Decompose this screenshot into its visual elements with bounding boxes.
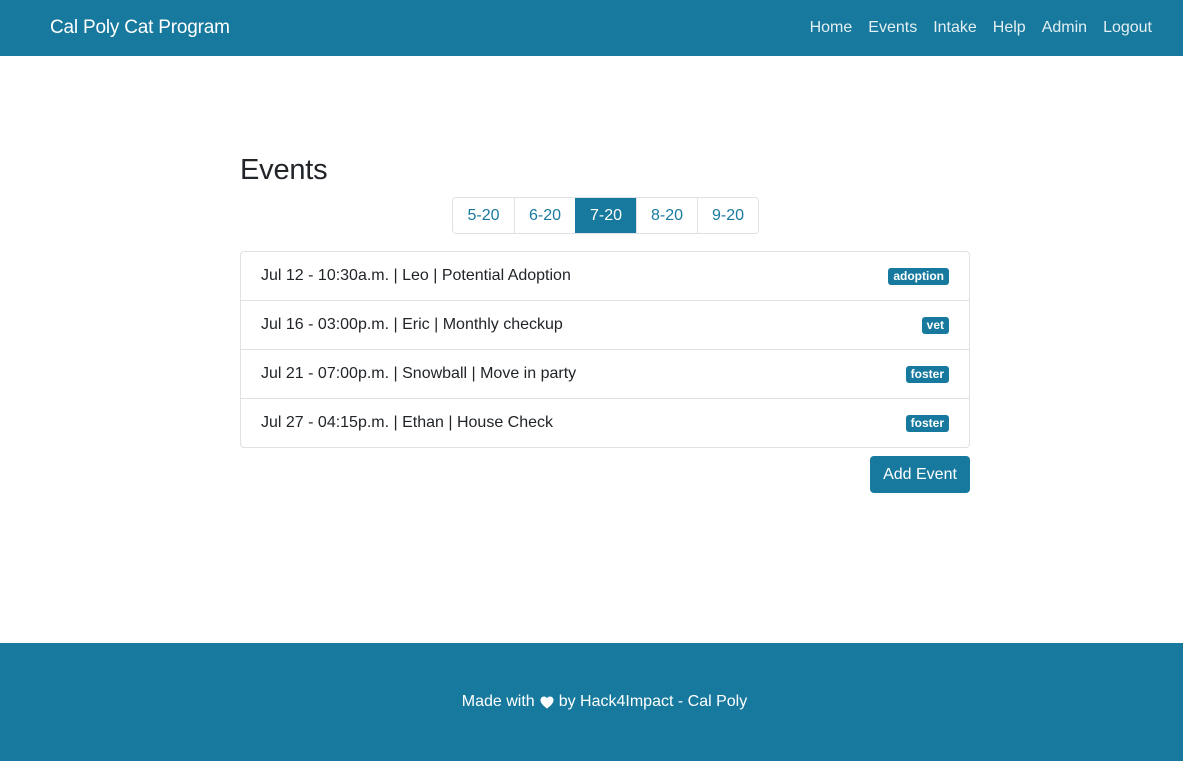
month-tab-7-20[interactable]: 7-20: [575, 198, 636, 233]
month-tab-8-20[interactable]: 8-20: [636, 198, 697, 233]
nav-link-intake[interactable]: Intake: [933, 19, 977, 37]
brand-link[interactable]: Cal Poly Cat Program: [50, 17, 230, 39]
page: Cal Poly Cat Program Home Events Intake …: [0, 0, 1183, 761]
nav-link-home[interactable]: Home: [810, 19, 853, 37]
event-text: Jul 21 - 07:00p.m. | Snowball | Move in …: [261, 365, 577, 382]
event-tag-badge: foster: [905, 414, 949, 432]
event-item[interactable]: Jul 27 - 04:15p.m. | Ethan | House Check…: [241, 398, 969, 447]
nav-link-help[interactable]: Help: [993, 19, 1026, 37]
page-title: Events: [240, 154, 328, 186]
main-content: Events 5-20 6-20 7-20 8-20 9-20 Jul 12 -…: [240, 150, 970, 493]
event-item[interactable]: Jul 12 - 10:30a.m. | Leo | Potential Ado…: [241, 252, 969, 300]
footer-text-end: by Hack4Impact - Cal Poly: [558, 693, 748, 710]
footer-text-start: Made with: [461, 693, 535, 710]
nav-link-logout[interactable]: Logout: [1103, 19, 1152, 37]
event-item[interactable]: Jul 16 - 03:00p.m. | Eric | Monthly chec…: [241, 300, 969, 349]
add-event-button[interactable]: Add Event: [870, 456, 970, 493]
event-tag-badge: vet: [921, 316, 949, 334]
nav-link-events[interactable]: Events: [868, 19, 917, 37]
month-tab-9-20[interactable]: 9-20: [697, 198, 758, 233]
event-item[interactable]: Jul 21 - 07:00p.m. | Snowball | Move in …: [241, 349, 969, 398]
footer: Made with by Hack4Impact - Cal Poly: [0, 643, 1183, 761]
nav-links: Home Events Intake Help Admin Logout: [810, 19, 1152, 37]
nav-link-admin[interactable]: Admin: [1042, 19, 1087, 37]
heart-icon: [540, 696, 554, 709]
month-pagination: 5-20 6-20 7-20 8-20 9-20: [452, 197, 759, 234]
event-tag-badge: adoption: [888, 267, 949, 285]
month-tab-6-20[interactable]: 6-20: [514, 198, 575, 233]
footer-credit: Made with by Hack4Impact - Cal Poly: [462, 693, 747, 711]
event-tag-badge: foster: [905, 365, 949, 383]
month-tab-5-20[interactable]: 5-20: [453, 198, 514, 233]
event-list: Jul 12 - 10:30a.m. | Leo | Potential Ado…: [240, 251, 970, 448]
event-text: Jul 27 - 04:15p.m. | Ethan | House Check: [261, 414, 554, 431]
event-text: Jul 16 - 03:00p.m. | Eric | Monthly chec…: [261, 316, 563, 333]
navbar: Cal Poly Cat Program Home Events Intake …: [0, 0, 1183, 56]
event-text: Jul 12 - 10:30a.m. | Leo | Potential Ado…: [261, 267, 571, 284]
